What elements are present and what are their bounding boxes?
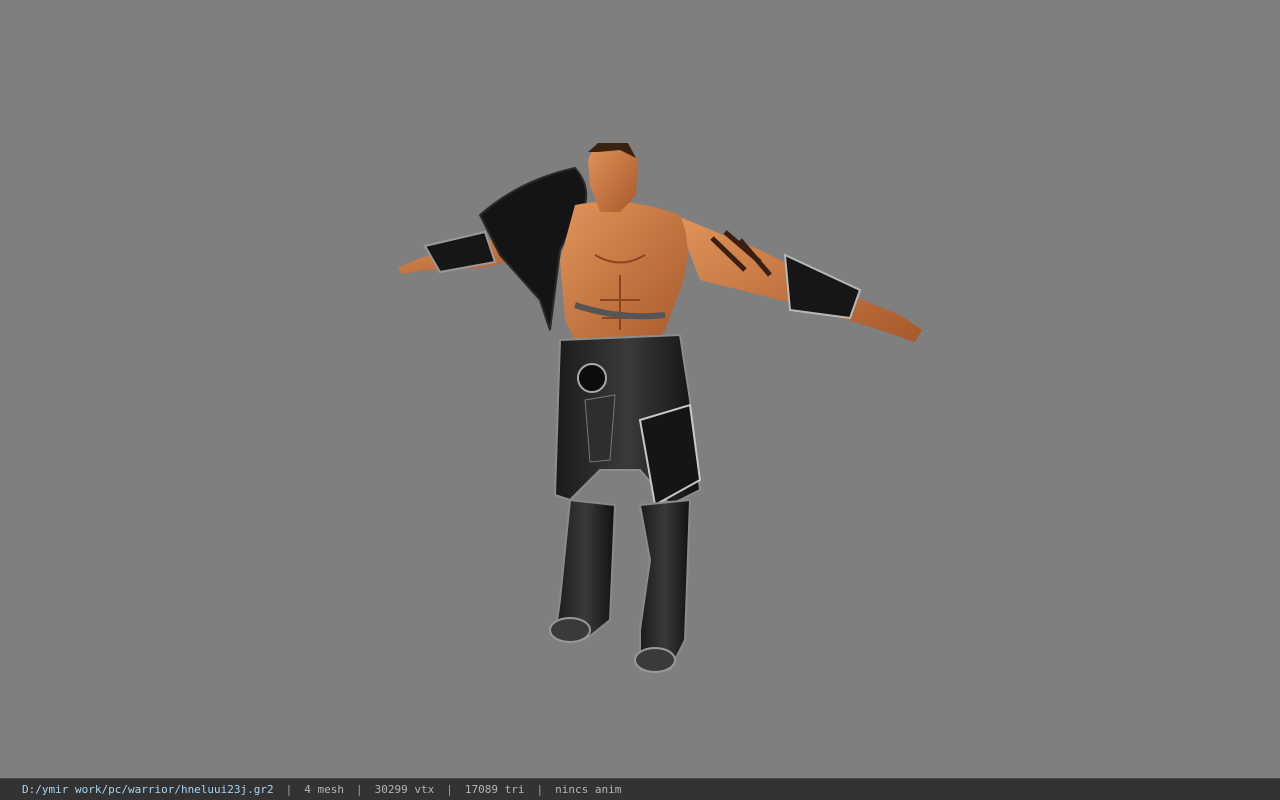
animation-status: nincs anim [555, 783, 622, 796]
torso [560, 201, 688, 350]
3d-viewport[interactable] [0, 0, 1280, 778]
file-path: D:/ymir work/pc/warrior/hneluui23j.gr2 [22, 783, 274, 796]
right-arm [675, 215, 922, 342]
triangle-count: 17089 tri [464, 783, 525, 796]
vertex-count: 30299 vtx [374, 783, 435, 796]
separator: | [536, 783, 544, 796]
head [588, 143, 638, 212]
separator: | [356, 783, 363, 796]
separator: | [285, 783, 293, 796]
waist-armor [553, 333, 702, 507]
warrior-character-model[interactable] [0, 0, 1280, 778]
legs [549, 498, 692, 673]
mesh-count: 4 mesh [304, 783, 345, 796]
separator: | [446, 783, 453, 796]
status-bar: D:/ymir work/pc/warrior/hneluui23j.gr2 |… [0, 778, 1280, 800]
